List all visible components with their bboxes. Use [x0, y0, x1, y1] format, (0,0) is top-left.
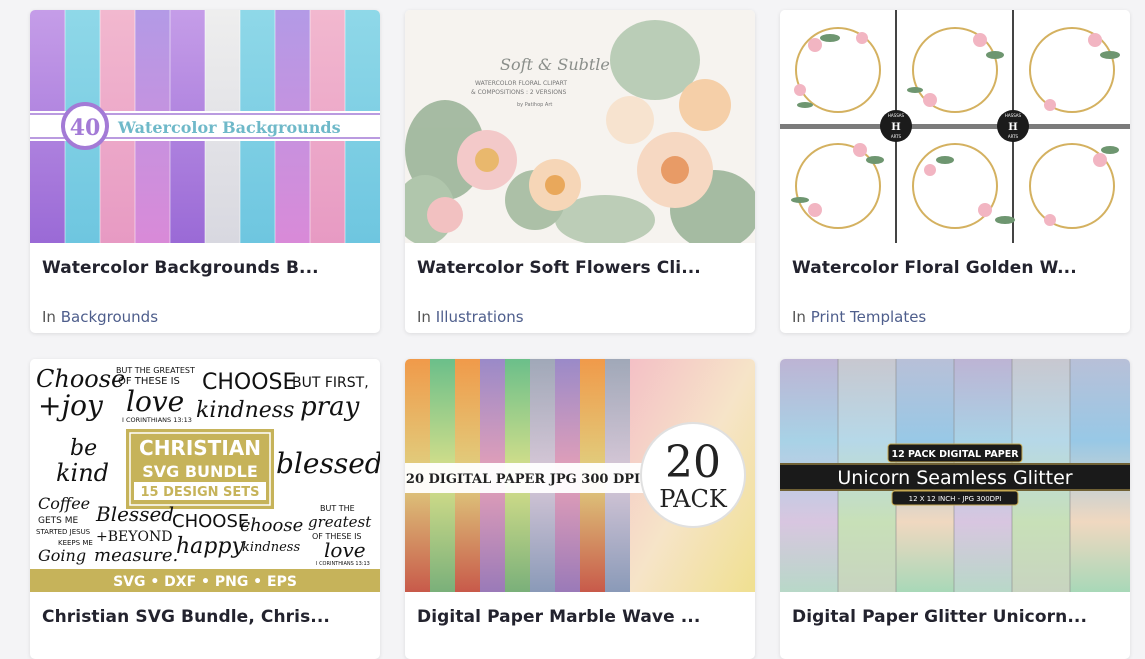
image-word: measure. [94, 545, 178, 566]
image-word: happy [176, 534, 244, 559]
product-card[interactable]: Choose +joy BUT THE GREATEST OF THESE IS… [30, 359, 380, 659]
image-word: choose [240, 515, 303, 536]
product-title[interactable]: Watercolor Backgrounds B... [42, 258, 368, 278]
image-word: BUT THE GREATEST [116, 366, 195, 375]
badge-text: HASSAS [1005, 113, 1022, 118]
image-word: +BEYOND [96, 529, 172, 545]
badge-text: ARTS [891, 134, 902, 139]
image-word: BUT THE [320, 504, 355, 513]
badge-count: 40 [70, 115, 101, 141]
product-title[interactable]: Digital Paper Marble Wave ... [417, 607, 743, 627]
image-word: CHOOSE [172, 511, 249, 532]
product-card[interactable]: Soft & Subtle WATERCOLOR FLORAL CLIPART … [405, 10, 755, 333]
image-word: Going [38, 546, 86, 565]
image-script-title: Soft & Subtle [500, 55, 610, 74]
product-card[interactable]: HASSAS H ARTS HASSAS H ARTS Watercolor F… [780, 10, 1130, 333]
image-word: STARTED JESUS [36, 528, 91, 536]
product-thumbnail[interactable]: 12 PACK DIGITAL PAPER Unicorn Seamless G… [780, 359, 1130, 592]
image-word: I CORINTHIANS 13:13 [316, 561, 370, 567]
category-link[interactable]: Backgrounds [61, 308, 158, 326]
image-word: GETS ME [38, 516, 78, 526]
image-word: kind [56, 459, 109, 487]
image-word: Blessed [95, 502, 174, 526]
image-word: kindness [196, 398, 294, 423]
image-caption: Watercolor Backgrounds [117, 118, 341, 137]
badge-text: HASSAS [888, 113, 905, 118]
image-word: greatest [308, 513, 372, 531]
image-caption: 12 PACK DIGITAL PAPER [891, 449, 1019, 460]
product-thumbnail[interactable]: HASSAS H ARTS HASSAS H ARTS [780, 10, 1130, 243]
image-word: SVG BUNDLE [142, 462, 258, 481]
image-caption: 12 X 12 INCH - JPG 300DPI [909, 495, 1002, 503]
image-word: blessed [276, 447, 380, 480]
image-word: I CORINTHIANS 13:13 [122, 416, 192, 424]
category-link[interactable]: Print Templates [811, 308, 927, 326]
image-caption: by Patihop Art [517, 102, 552, 108]
category-prefix: In [417, 308, 431, 326]
image-word: love [324, 538, 366, 562]
product-card[interactable]: 12 PACK DIGITAL PAPER Unicorn Seamless G… [780, 359, 1130, 659]
image-word: love [126, 385, 184, 418]
product-title[interactable]: Christian SVG Bundle, Chris... [42, 607, 368, 627]
image-word: CHRISTIAN [139, 436, 261, 460]
product-category: In Print Templates [792, 308, 926, 326]
product-card[interactable]: 20 DIGITAL PAPER JPG 300 DPI 20 PACK Dig… [405, 359, 755, 659]
image-word: be [70, 436, 97, 461]
image-word: BUT FIRST, [292, 375, 369, 391]
category-prefix: In [42, 308, 56, 326]
product-card[interactable]: 40 Watercolor Backgrounds Watercolor Bac… [30, 10, 380, 333]
badge-letter: H [1008, 122, 1017, 133]
badge-word: PACK [659, 485, 728, 513]
image-word: kindness [242, 540, 300, 555]
image-caption: WATERCOLOR FLORAL CLIPART [475, 80, 567, 87]
product-title[interactable]: Digital Paper Glitter Unicorn... [792, 607, 1118, 627]
image-word: 15 DESIGN SETS [140, 485, 259, 500]
product-thumbnail[interactable]: Choose +joy BUT THE GREATEST OF THESE IS… [30, 359, 380, 592]
category-prefix: In [792, 308, 806, 326]
image-caption: & COMPOSITIONS : 2 VERSIONS [471, 89, 566, 96]
category-link[interactable]: Illustrations [436, 308, 524, 326]
badge-letter: H [891, 122, 900, 133]
product-thumbnail[interactable]: Soft & Subtle WATERCOLOR FLORAL CLIPART … [405, 10, 755, 243]
product-category: In Backgrounds [42, 308, 158, 326]
product-title[interactable]: Watercolor Soft Flowers Cli... [417, 258, 743, 278]
product-category: In Illustrations [417, 308, 524, 326]
badge-count: 20 [665, 437, 721, 488]
product-thumbnail[interactable]: 40 Watercolor Backgrounds [30, 10, 380, 243]
image-word: CHOOSE [202, 370, 296, 395]
image-caption: 20 DIGITAL PAPER JPG 300 DPI [406, 472, 640, 487]
image-caption: Unicorn Seamless Glitter [837, 467, 1072, 489]
product-title[interactable]: Watercolor Floral Golden W... [792, 258, 1118, 278]
image-word: pray [300, 392, 360, 422]
badge-text: ARTS [1008, 134, 1019, 139]
product-thumbnail[interactable]: 20 DIGITAL PAPER JPG 300 DPI 20 PACK [405, 359, 755, 592]
image-word: +joy [38, 389, 104, 422]
image-word: Coffee [38, 494, 90, 513]
image-caption: SVG • DXF • PNG • EPS [113, 574, 297, 590]
